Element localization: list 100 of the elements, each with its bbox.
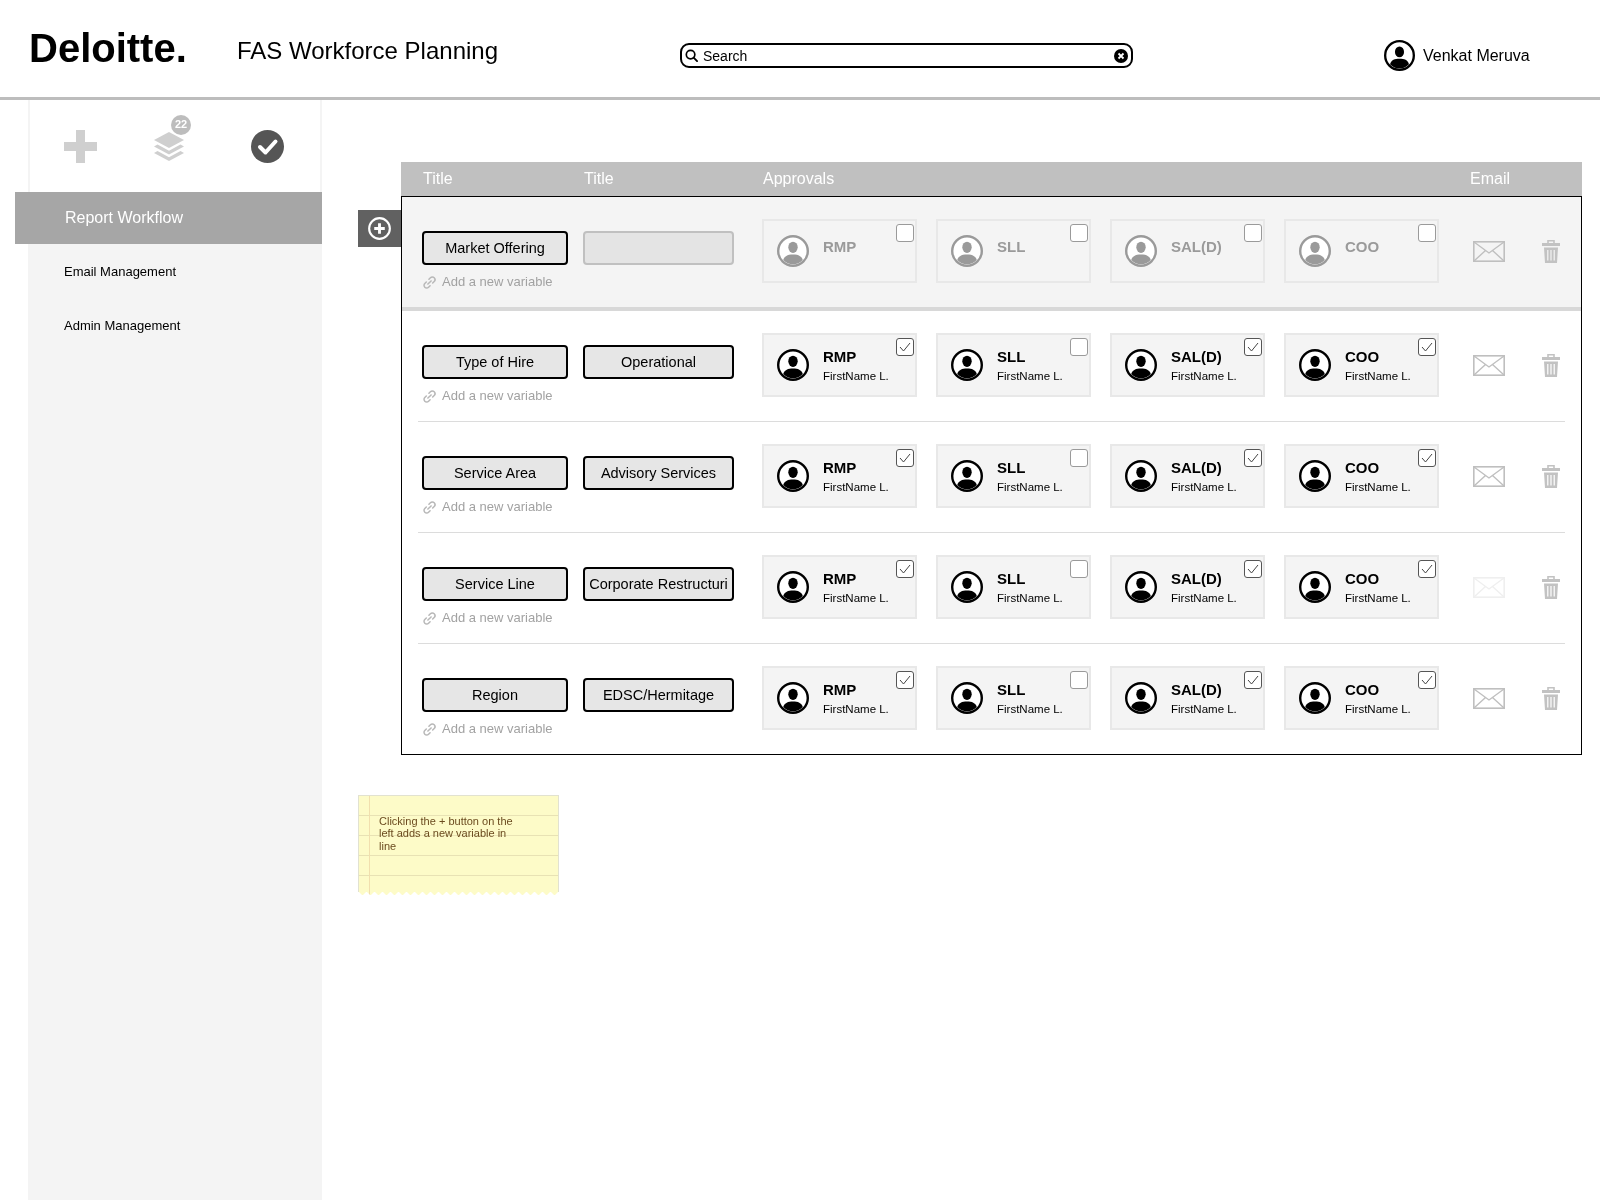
checkbox[interactable]	[1418, 560, 1436, 578]
approver-role: RMP	[823, 458, 857, 477]
add-row-button[interactable]	[358, 210, 401, 247]
checkbox[interactable]	[1070, 224, 1088, 242]
variable-button[interactable]: Service Line	[422, 567, 568, 601]
value-field[interactable]	[583, 231, 734, 265]
approver-role: SAL(D)	[1171, 347, 1222, 366]
approver-role: SLL	[997, 569, 1026, 588]
user-icon	[777, 571, 809, 603]
checkbox[interactable]	[1244, 449, 1262, 467]
trash-icon[interactable]	[1542, 686, 1560, 710]
link-icon	[422, 610, 437, 626]
user-icon[interactable]	[1384, 40, 1415, 71]
user-icon	[951, 682, 983, 714]
user-icon	[951, 571, 983, 603]
user-icon	[777, 349, 809, 381]
mail-icon[interactable]	[1473, 240, 1505, 262]
user-icon	[951, 460, 983, 492]
checkbox[interactable]	[1070, 671, 1088, 689]
user-name: Venkat Meruva	[1423, 46, 1530, 65]
approver-name: FirstName L.	[1345, 590, 1411, 605]
trash-icon[interactable]	[1542, 239, 1560, 263]
approver-role: RMP	[823, 569, 857, 588]
approver-role: COO	[1345, 347, 1380, 366]
user-icon	[777, 460, 809, 492]
column-header: Email	[1470, 170, 1510, 188]
user-icon	[1299, 349, 1331, 381]
tick-icon	[1247, 564, 1259, 574]
approver-name: FirstName L.	[1345, 701, 1411, 716]
user-icon	[777, 682, 809, 714]
approver-name: FirstName L.	[997, 479, 1063, 494]
checkbox[interactable]	[896, 338, 914, 356]
plus-circle-icon	[368, 217, 391, 240]
checkbox[interactable]	[896, 560, 914, 578]
search-icon	[685, 49, 698, 62]
user-icon	[1125, 235, 1157, 267]
approver-name: FirstName L.	[1171, 368, 1237, 383]
checkbox[interactable]	[896, 671, 914, 689]
approver-name: FirstName L.	[997, 701, 1063, 716]
value-button[interactable]: Operational	[583, 345, 734, 379]
variable-button[interactable]: Market Offering	[422, 231, 568, 265]
clear-icon[interactable]	[1114, 48, 1128, 63]
approver-role: SAL(D)	[1171, 569, 1222, 588]
user-icon	[1125, 571, 1157, 603]
approver-role: COO	[1345, 680, 1380, 699]
approver-role: SLL	[997, 347, 1026, 366]
approver-name: FirstName L.	[1345, 479, 1411, 494]
count-badge: 22	[171, 114, 191, 135]
user-icon	[1125, 682, 1157, 714]
checkbox[interactable]	[896, 449, 914, 467]
mail-icon[interactable]	[1473, 465, 1505, 487]
column-header: Title	[423, 170, 453, 188]
link-icon	[422, 499, 437, 515]
checkbox[interactable]	[1244, 224, 1262, 242]
checkbox[interactable]	[1070, 338, 1088, 356]
checkbox[interactable]	[1070, 449, 1088, 467]
checkbox[interactable]	[1244, 671, 1262, 689]
mail-icon[interactable]	[1473, 354, 1505, 376]
tick-icon	[1421, 564, 1433, 574]
trash-icon[interactable]	[1542, 353, 1560, 377]
user-icon	[951, 235, 983, 267]
checkbox[interactable]	[1070, 560, 1088, 578]
checkbox[interactable]	[1418, 224, 1436, 242]
checkbox[interactable]	[1418, 671, 1436, 689]
user-icon	[777, 235, 809, 267]
user-icon	[1125, 460, 1157, 492]
approver-name: FirstName L.	[1345, 368, 1411, 383]
checkbox[interactable]	[1418, 338, 1436, 356]
trash-icon[interactable]	[1542, 464, 1560, 488]
check-circle-icon[interactable]	[251, 129, 284, 163]
tick-icon	[899, 564, 911, 574]
approver-name: FirstName L.	[1171, 590, 1237, 605]
link-icon	[422, 274, 437, 290]
approver-name: FirstName L.	[997, 368, 1063, 383]
nav-item[interactable]: Email Management	[28, 244, 322, 298]
approver-role: RMP	[823, 238, 857, 256]
checkbox[interactable]	[1418, 449, 1436, 467]
approver-role: COO	[1345, 458, 1380, 477]
variable-button[interactable]: Type of Hire	[422, 345, 568, 379]
value-button[interactable]: Corporate Restructuri	[583, 567, 734, 601]
tick-icon	[899, 675, 911, 685]
checkbox[interactable]	[1244, 560, 1262, 578]
variable-button[interactable]: Region	[422, 678, 568, 712]
user-icon	[1125, 349, 1157, 381]
tick-icon	[899, 342, 911, 352]
approver-role: COO	[1345, 238, 1380, 256]
approver-role: SAL(D)	[1171, 458, 1222, 477]
approver-role: RMP	[823, 680, 857, 699]
value-button[interactable]: EDSC/Hermitage	[583, 678, 734, 712]
trash-icon[interactable]	[1542, 575, 1560, 599]
checkbox[interactable]	[1244, 338, 1262, 356]
approver-role: SLL	[997, 238, 1026, 256]
variable-button[interactable]: Service Area	[422, 456, 568, 490]
search-field[interactable]: Search	[680, 43, 1133, 68]
nav-item[interactable]: Admin Management	[28, 298, 322, 352]
user-icon	[1299, 682, 1331, 714]
tick-icon	[899, 453, 911, 463]
checkbox[interactable]	[896, 224, 914, 242]
mail-icon[interactable]	[1473, 687, 1505, 709]
value-button[interactable]: Advisory Services	[583, 456, 734, 490]
